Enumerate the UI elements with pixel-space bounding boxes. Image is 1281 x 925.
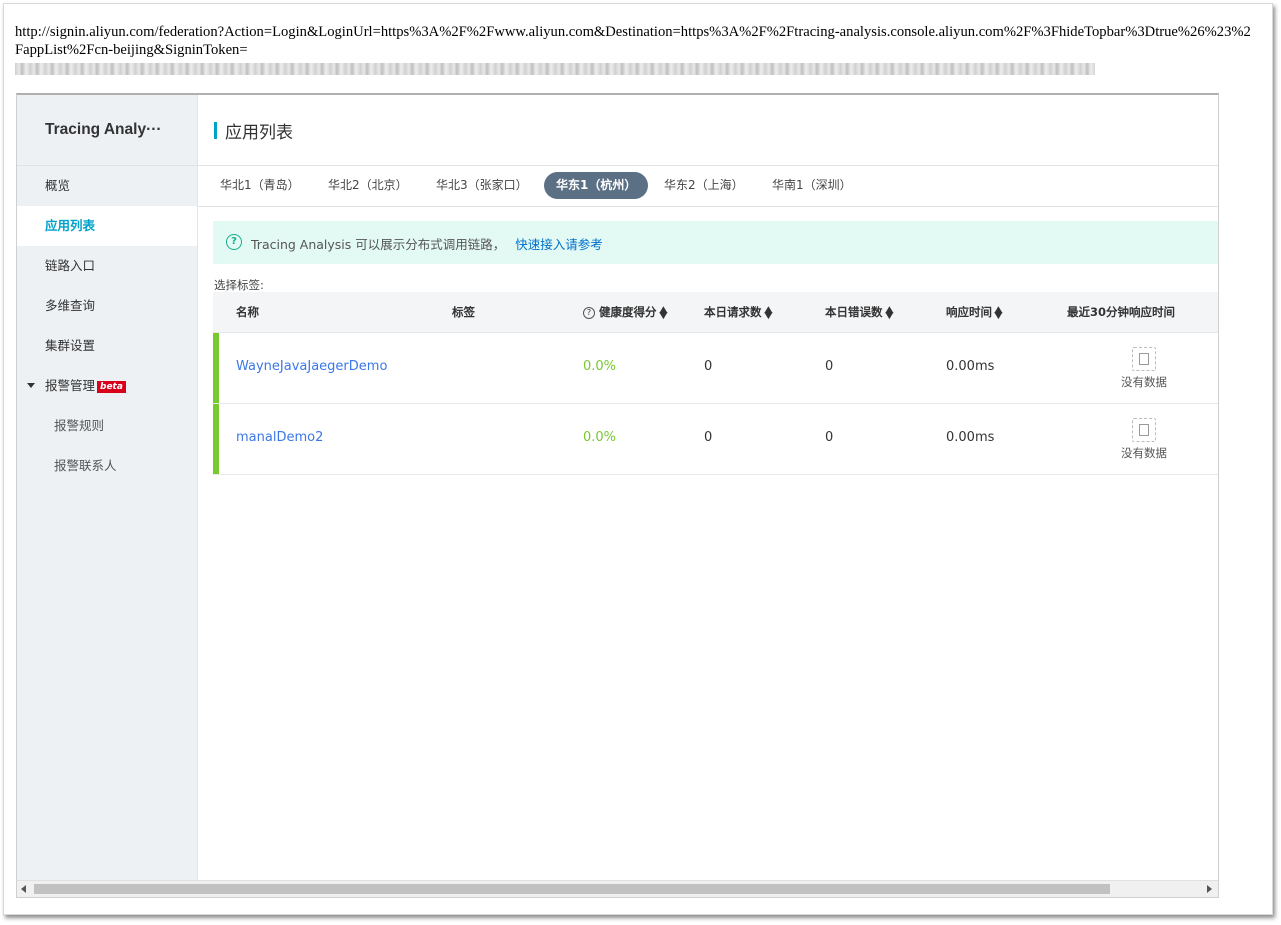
- request-count: 0: [704, 359, 713, 374]
- sidebar: Tracing Analy··· 概览 应用列表 链路入口 多维查询 集群设置 …: [17, 95, 198, 897]
- title-accent: [214, 122, 217, 139]
- page-header: 应用列表: [198, 95, 1218, 166]
- tag-select-label[interactable]: 选择标签:: [214, 277, 264, 293]
- help-circle-icon: ?: [226, 234, 242, 250]
- beta-badge: beta: [97, 380, 126, 393]
- main-content: 应用列表 华北1（青岛） 华北2（北京） 华北3（张家口） 华东1（杭州） 华东…: [198, 95, 1218, 897]
- page-title: 应用列表: [225, 123, 293, 143]
- help-icon[interactable]: ?: [583, 307, 595, 319]
- empty-document-icon: [1132, 418, 1156, 442]
- address-bar-url[interactable]: http://signin.aliyun.com/federation?Acti…: [15, 23, 1255, 77]
- sidebar-item-cluster-settings[interactable]: 集群设置: [17, 326, 197, 366]
- sidebar-item-alert-rules[interactable]: 报警规则: [17, 406, 197, 446]
- response-time: 0.00ms: [946, 359, 995, 374]
- response-time: 0.00ms: [946, 430, 995, 445]
- no-data: 没有数据: [1119, 347, 1169, 390]
- column-recent-response: 最近30分钟响应时间: [1067, 305, 1176, 319]
- region-tabs: 华北1（青岛） 华北2（北京） 华北3（张家口） 华东1（杭州） 华东2（上海）…: [198, 166, 1218, 207]
- sort-icon[interactable]: ▲ ▼: [885, 305, 893, 320]
- horizontal-scrollbar[interactable]: [17, 880, 1218, 897]
- sort-icon[interactable]: ▲ ▼: [659, 305, 667, 320]
- health-indicator: [213, 333, 219, 403]
- tab-region-beijing[interactable]: 华北2（北京）: [316, 172, 420, 199]
- scrollbar-thumb[interactable]: [34, 884, 1110, 894]
- no-data-text: 没有数据: [1121, 375, 1167, 389]
- no-data-text: 没有数据: [1121, 446, 1167, 460]
- table-row: WayneJavaJaegerDemo 0.0% 0 0 0.00ms 没有数据: [213, 333, 1218, 404]
- health-score: 0.0%: [583, 430, 617, 445]
- column-errors[interactable]: 本日错误数 ▲ ▼: [825, 292, 893, 332]
- tab-region-shanghai[interactable]: 华东2（上海）: [652, 172, 756, 199]
- error-count: 0: [825, 359, 834, 374]
- sidebar-item-alert-contacts[interactable]: 报警联系人: [17, 446, 197, 486]
- health-score: 0.0%: [583, 359, 617, 374]
- sidebar-item-query[interactable]: 多维查询: [17, 286, 197, 326]
- scroll-right-icon[interactable]: [1207, 885, 1212, 893]
- table-row: manalDemo2 0.0% 0 0 0.00ms 没有数据: [213, 404, 1218, 475]
- sidebar-brand[interactable]: Tracing Analy···: [17, 95, 197, 166]
- column-response-time[interactable]: 响应时间 ▲ ▼: [946, 292, 1003, 332]
- tab-region-qingdao[interactable]: 华北1（青岛）: [208, 172, 312, 199]
- tab-region-hangzhou[interactable]: 华东1（杭州）: [544, 172, 649, 199]
- sort-icon[interactable]: ▲ ▼: [764, 305, 772, 320]
- sidebar-item-overview[interactable]: 概览: [17, 166, 197, 206]
- request-count: 0: [704, 430, 713, 445]
- column-name: 名称: [236, 305, 259, 319]
- sidebar-item-alert-management[interactable]: 报警管理 beta: [17, 366, 197, 406]
- table-header: 名称 标签 ? 健康度得分 ▲ ▼ 本日请求数 ▲ ▼ 本日错误数 ▲ ▼ 响应时间 ▲ ▼ 最近…: [213, 292, 1218, 333]
- error-count: 0: [825, 430, 834, 445]
- empty-document-icon: [1132, 347, 1156, 371]
- sidebar-item-label: 报警管理: [45, 378, 96, 393]
- column-requests[interactable]: 本日请求数 ▲ ▼: [704, 292, 772, 332]
- console-app: Tracing Analy··· 概览 应用列表 链路入口 多维查询 集群设置 …: [16, 93, 1219, 898]
- column-health[interactable]: ? 健康度得分 ▲ ▼: [583, 292, 667, 332]
- scroll-left-icon[interactable]: [21, 885, 26, 893]
- app-name-link[interactable]: WayneJavaJaegerDemo: [236, 333, 387, 401]
- quick-start-link[interactable]: 快速接入请参考: [515, 237, 603, 252]
- sidebar-item-app-list[interactable]: 应用列表: [17, 206, 197, 246]
- redacted-token: [15, 62, 1095, 75]
- sort-icon[interactable]: ▲ ▼: [994, 305, 1002, 320]
- no-data: 没有数据: [1119, 418, 1169, 461]
- tab-region-shenzhen[interactable]: 华南1（深圳）: [760, 172, 864, 199]
- notice-text: Tracing Analysis 可以展示分布式调用链路， 快速接入请参考: [251, 237, 603, 252]
- health-indicator: [213, 404, 219, 474]
- caret-down-icon: [27, 383, 35, 388]
- app-name-link[interactable]: manalDemo2: [236, 404, 323, 472]
- info-notice: ? Tracing Analysis 可以展示分布式调用链路， 快速接入请参考: [213, 221, 1218, 264]
- column-tags: 标签: [452, 305, 475, 319]
- browser-window: http://signin.aliyun.com/federation?Acti…: [3, 3, 1273, 915]
- sidebar-item-trace-entry[interactable]: 链路入口: [17, 246, 197, 286]
- tab-region-zhangjiakou[interactable]: 华北3（张家口）: [424, 172, 540, 199]
